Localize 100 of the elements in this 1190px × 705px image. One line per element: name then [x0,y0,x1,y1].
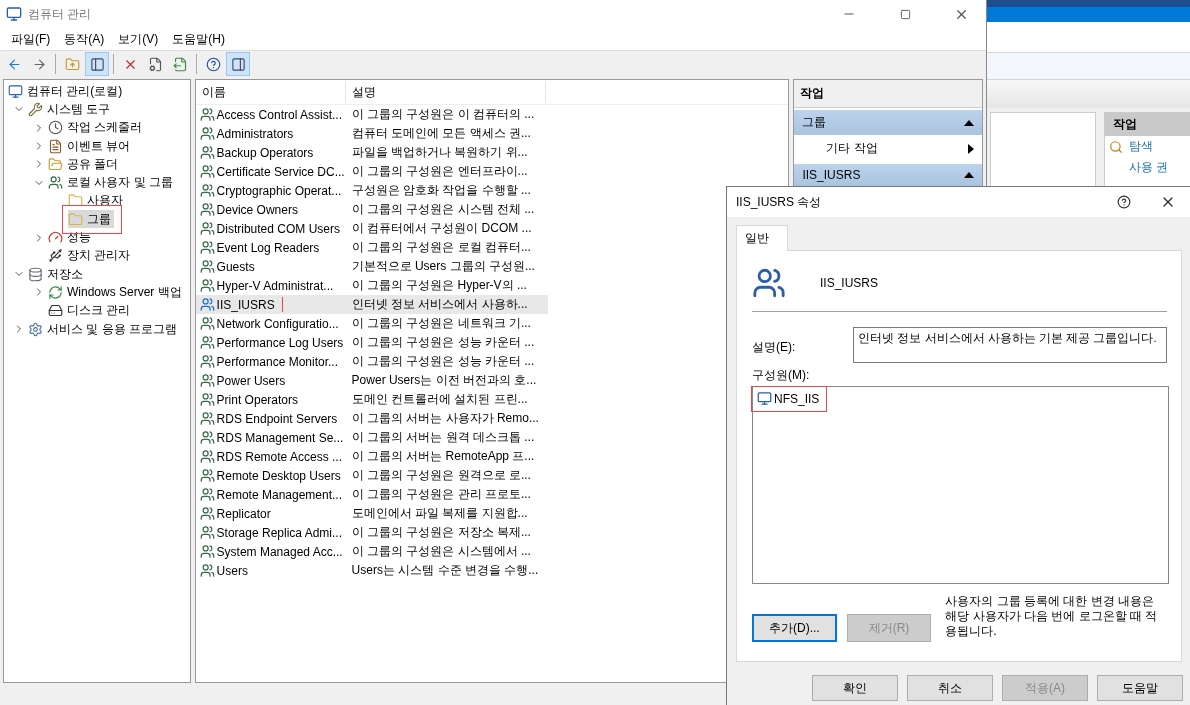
dialog-button[interactable]: 추가(D)... [752,614,837,642]
group-icon [199,525,215,540]
list-row[interactable]: Backup Operators 파일을 백업하거나 복원하기 위... [195,143,548,162]
list-row[interactable]: Remote Management... 이 그룹의 구성원은 관리 프로토... [195,485,548,504]
table-cell-text: 이 그룹의 구성원은 성능 카운터 ... [350,353,536,370]
table-cell: Power Users [199,373,286,388]
group-icon [199,316,215,331]
action-item[interactable]: 기타 작업 [794,135,982,162]
field-label: 구성원(M): [752,367,811,384]
list-row[interactable]: Remote Desktop Users 이 그룹의 구성원은 원격으로 로... [195,466,548,485]
table-cell-text: 이 그룹의 구성원은 이 컴퓨터의 ... [350,106,536,123]
list-row[interactable]: Distributed COM Users 이 컴퓨터에서 구성원이 DCOM ... [195,219,548,238]
tree-item[interactable]: 작업 스케줄러 [48,118,146,137]
list-row[interactable]: Print Operators 도메인 컨트롤러에 설치된 프린... [195,390,548,409]
tree-item[interactable]: 저장소 [28,265,86,284]
tab[interactable]: 일반 [736,225,788,251]
list-row[interactable]: Power Users Power Users는 이전 버전과의 호... [195,371,548,390]
search-icon [1109,139,1123,154]
collapse-icon[interactable] [964,119,974,126]
action-label: 기타 작업 [826,140,878,157]
tree-item[interactable]: 공유 폴더 [48,155,122,174]
action-link[interactable]: 탐색 [1105,136,1190,157]
app-icon [6,6,22,22]
list-row[interactable]: Network Configuratio... 이 그룹의 구성원은 네트워크 기... [195,314,548,333]
list-row[interactable]: Certificate Service DC... 이 그룹의 구성원은 엔터프라이... [195,162,548,181]
list-row[interactable]: Access Control Assist... 이 그룹의 구성원은 이 컴퓨터의 ... [195,105,548,124]
list-row[interactable]: Performance Monitor... 이 그룹의 구성원은 성능 카운터 ... [195,352,548,371]
list-row[interactable]: RDS Endpoint Servers 이 그룹의 서버는 사용자가 Remo... [195,409,548,428]
table-cell-text: 구성원은 암호화 작업을 수행할 ... [350,182,532,199]
tree-item[interactable]: Windows Server 백업 [48,283,185,302]
tree-item[interactable]: 장치 관리자 [48,246,134,265]
menu-item[interactable]: 보기(V) [111,28,166,50]
list-row[interactable]: Cryptographic Operat... 구성원은 암호화 작업을 수행할 ... [195,181,548,200]
list-row[interactable]: Hyper-V Administrat... 이 그룹의 구성원은 Hyper-V의 ... [195,276,548,295]
tree-item[interactable]: 이벤트 뷰어 [48,137,134,156]
description-field[interactable]: 인터넷 정보 서비스에서 사용하는 기본 제공 그룹입니다. [853,327,1167,363]
help-icon[interactable] [1117,195,1131,209]
action-link[interactable]: 사용 권 [1105,157,1190,178]
list-row[interactable]: Replicator 도메인에서 파일 복제를 지원합... [195,504,548,523]
tree-item[interactable]: 로컬 사용자 및 그룹 [48,173,176,192]
column-header[interactable]: 이름 [195,81,346,103]
group-icon [199,449,215,464]
list-row[interactable]: Users Users는 시스템 수준 변경을 수행... [195,561,548,580]
group-icon [199,430,215,445]
group-icon [199,145,215,160]
toolbar-button[interactable] [226,52,250,76]
table-cell: Guests [199,259,255,274]
table-cell: Certificate Service DC... [199,164,345,179]
list-row[interactable]: Storage Replica Admi... 이 그룹의 구성원은 저장소 복제... [195,523,548,542]
shared-folder-icon [48,156,63,172]
list-row[interactable]: RDS Management Se... 이 그룹의 서버는 원격 데스크톱 ... [195,428,548,447]
tree-item[interactable]: 디스크 관리 [48,301,134,320]
table-cell-text: 이 그룹의 구성원은 Hyper-V의 ... [350,277,528,294]
tree-item[interactable]: 서비스 및 응용 프로그램 [28,320,180,338]
menu-item[interactable]: 파일(F) [4,28,58,50]
list-row[interactable]: Event Log Readers 이 그룹의 구성원은 로컬 컴퓨터... [195,238,548,257]
action-pane-icon [230,56,246,72]
table-cell: Event Log Readers [199,240,320,255]
gauge-icon [48,230,63,245]
menu-item[interactable]: 동작(A) [57,28,112,50]
group-icon [199,297,215,312]
column-header[interactable]: 설명 [345,81,546,103]
table-cell: Performance Monitor... [199,354,338,369]
table-cell: Storage Replica Admi... [199,525,342,540]
table-cell-text: 파일을 백업하거나 복원하기 위... [350,144,529,161]
table-cell: Performance Log Users [199,335,344,350]
list-row[interactable]: Administrators 컴퓨터 도메인에 모든 액세스 권... [195,124,548,143]
table-cell: Remote Desktop Users [199,468,341,483]
list-row[interactable]: Device Owners 이 그룹의 구성원은 시스템 전체 ... [195,200,548,219]
menu-item[interactable]: 도움말(H) [165,28,232,50]
table-cell: Device Owners [199,202,298,217]
actions-section-header[interactable]: 그룹 [794,110,982,135]
help-icon [205,56,221,72]
actions-section-header[interactable]: IIS_IUSRS [794,164,982,186]
folder-up-icon [64,56,80,72]
tree-item[interactable]: 시스템 도구 [28,100,114,119]
group-icon [199,373,215,388]
tree-pane-icon [89,56,105,72]
collapse-icon[interactable] [964,172,974,178]
dialog-button[interactable]: 확인 [812,675,898,701]
toolbar-button[interactable] [85,52,109,76]
table-cell: Print Operators [199,392,298,407]
maximize-icon[interactable] [899,8,911,20]
tree-item[interactable]: 컴퓨터 관리(로컬) [8,82,126,101]
table-cell-text: 이 그룹의 구성원은 시스템에서 ... [350,543,532,560]
tree-item[interactable]: 그룹 [68,210,114,229]
list-row[interactable]: Guests 기본적으로 Users 그룹의 구성원... [195,257,548,276]
tree-item[interactable]: 성능 [48,228,94,247]
member-item[interactable]: NFS_IIS [757,391,820,406]
list-row[interactable]: System Managed Acc... 이 그룹의 구성원은 시스템에서 ... [195,542,548,561]
list-row[interactable]: IIS_IUSRS 인터넷 정보 서비스에서 사용하... [195,295,548,314]
table-cell: Replicator [199,506,271,521]
dialog-button[interactable]: 도움말 [1097,675,1183,701]
window-title: 컴퓨터 관리 [28,5,93,23]
list-row[interactable]: Performance Log Users 이 그룹의 구성원은 성능 카운터 ... [195,333,548,352]
actions-heading: 작업 [1105,113,1190,136]
table-cell-text: Power Users는 이전 버전과의 호... [350,372,538,389]
list-row[interactable]: RDS Remote Access ... 이 그룹의 서버는 RemoteApp 프... [195,447,548,466]
dialog-button[interactable]: 취소 [907,675,993,701]
device-icon [48,248,63,264]
